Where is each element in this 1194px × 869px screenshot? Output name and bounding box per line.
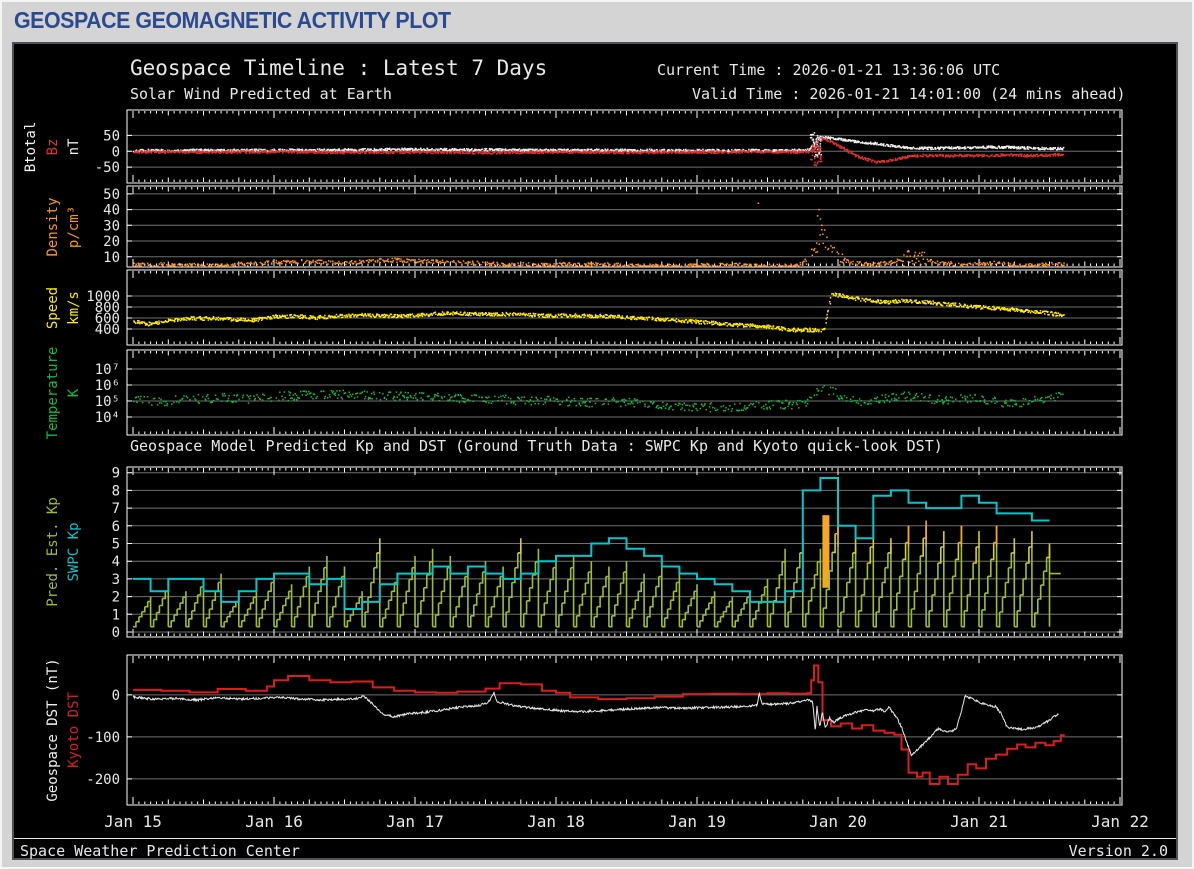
- series-btotal: [133, 135, 1065, 153]
- ytick-label: 30: [103, 218, 120, 234]
- series-speed: [133, 292, 1065, 333]
- panel-imf: 500-50 Btotal Bz nT: [23, 109, 1123, 184]
- series-geospace_dst: [132, 691, 1059, 757]
- plot-container: 50 0 -50 Btotal Bz nT 50 40 30 20 10 Density p/cm³ 10…: [12, 42, 1178, 860]
- x-axis-label: Jan 20: [809, 812, 867, 831]
- ytick-label: 10: [103, 250, 120, 266]
- ytick-label: 5: [112, 537, 120, 553]
- ytick-label: 0: [112, 688, 120, 704]
- axis-label-k: K: [66, 388, 82, 397]
- ytick-label: 7: [112, 501, 120, 517]
- x-axis-label: Jan 18: [527, 812, 585, 831]
- x-axis-label: Jan 19: [668, 812, 726, 831]
- ytick-label: 6: [112, 519, 120, 535]
- valid-time: Valid Time : 2026-01-21 14:01:00 (24 min…: [692, 85, 1126, 103]
- ytick-label: 40: [103, 203, 120, 219]
- x-axis-label: Jan 16: [245, 812, 303, 831]
- ytick-label: 10⁴: [95, 410, 120, 426]
- ytick-label: -50: [95, 160, 120, 176]
- axis-label-density: Density: [45, 197, 61, 256]
- axis-label-nt: nT: [66, 138, 82, 155]
- current-time: Current Time : 2026-01-21 13:36:06 UTC: [657, 61, 1001, 79]
- x-axis-label: Jan 22: [1091, 812, 1149, 831]
- axis-label-btotal: Btotal: [23, 122, 39, 173]
- ytick-label: 10⁵: [95, 394, 120, 410]
- screen: GEOSPACE GEOMAGNETIC ACTIVITY PLOT 50 0 -5…: [0, 0, 1194, 869]
- ytick-label: 9: [112, 466, 120, 482]
- ytick-label: 1: [112, 607, 120, 623]
- axis-label-kyoto-dst: Kyoto DST: [66, 692, 82, 768]
- series-temperature: [133, 384, 1064, 413]
- series-kyoto_dst: [133, 664, 1065, 785]
- panel-speed: 1000800600400Speed km/s: [45, 269, 1123, 346]
- series-pred_est_kp-yellow: [376, 525, 1051, 564]
- footer-divider: [14, 838, 1176, 839]
- ytick-label: 10⁶: [95, 378, 120, 394]
- ytick-label: 400: [95, 322, 120, 338]
- ytick-label: 3: [112, 572, 120, 588]
- ytick-label: -200: [86, 772, 120, 788]
- panel-kp: 9876543210Pred. Est. Kp SWPC Kp: [45, 466, 1123, 641]
- kp-filled-bar: [822, 515, 830, 588]
- axis-label-km-s: km/s: [66, 291, 82, 325]
- axis-label-swpc-kp: SWPC Kp: [66, 522, 82, 581]
- ytick-label: 10⁷: [95, 362, 120, 378]
- ytick-label: 0: [112, 144, 120, 160]
- x-axis-label: Jan 17: [386, 812, 444, 831]
- ytick-label: 20: [103, 234, 120, 250]
- footer-right: Version 2.0: [1068, 842, 1168, 860]
- panel-density: 5040302010 Density p/cm³: [45, 185, 1123, 268]
- ytick-label: 50: [103, 128, 120, 144]
- x-axis-label: Jan 21: [950, 812, 1008, 831]
- axis-label-temperature: Temperature: [45, 347, 61, 440]
- plot-subtitle: Solar Wind Predicted at Earth: [130, 85, 392, 103]
- axis-label-speed: Speed: [45, 287, 61, 329]
- axis-label-geospace-dst-nt-: Geospace DST (nT): [45, 658, 61, 801]
- plot-title: Geospace Timeline : Latest 7 Days: [130, 56, 548, 80]
- ytick-label: 0: [112, 625, 120, 641]
- ytick-label: 2: [112, 590, 120, 606]
- kp-dst-section-title: Geospace Model Predicted Kp and DST (Gro…: [130, 437, 943, 455]
- ytick-label: -100: [86, 730, 120, 746]
- axis-label-p-cm-: p/cm³: [66, 206, 82, 248]
- panel-temperature: 10⁷10⁶10⁵10⁴ Temperature K: [45, 347, 1123, 440]
- x-axis-label: Jan 15: [104, 812, 162, 831]
- page-title: GEOSPACE GEOMAGNETIC ACTIVITY PLOT: [14, 7, 451, 33]
- ytick-label: 50: [103, 187, 120, 203]
- axis-label-pred-est-kp: Pred. Est. Kp: [45, 497, 61, 607]
- ytick-label: 8: [112, 483, 120, 499]
- footer-left: Space Weather Prediction Center: [20, 842, 300, 860]
- axis-label-bz: Bz: [45, 139, 61, 156]
- panel-dst: 0 -100 -200 Geospace DST (nT) Kyoto DST: [45, 654, 1123, 806]
- ytick-label: 4: [112, 554, 120, 570]
